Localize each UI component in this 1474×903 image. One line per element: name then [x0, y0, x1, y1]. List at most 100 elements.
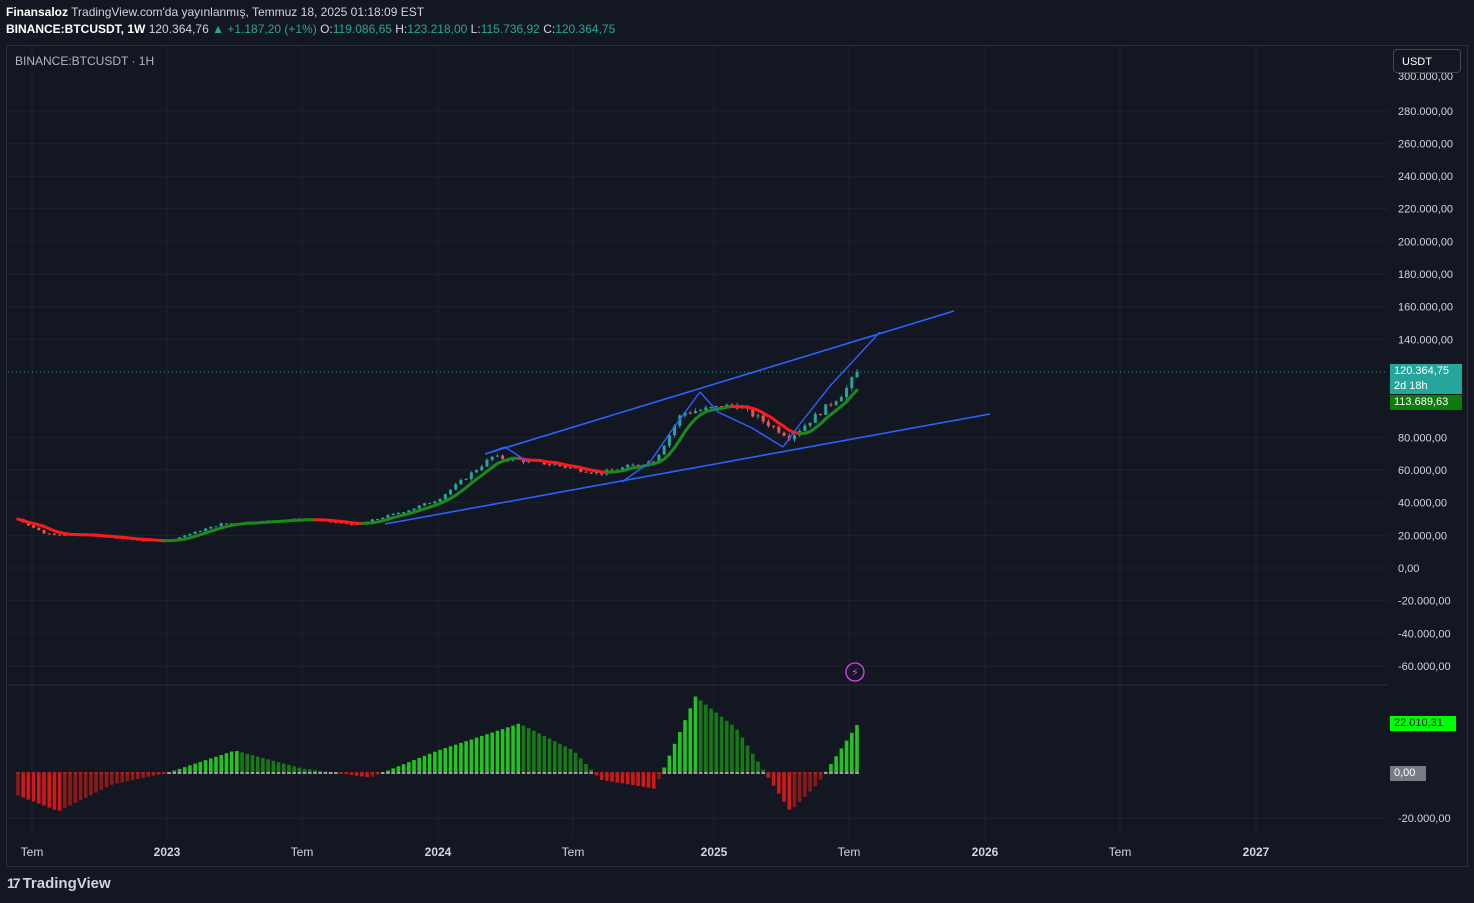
- zero-marker: [443, 772, 448, 774]
- zero-marker: [552, 772, 557, 774]
- candle-body: [417, 505, 421, 509]
- zero-marker: [761, 772, 765, 774]
- zero-marker: [485, 772, 489, 774]
- zero-marker: [104, 772, 109, 774]
- histogram-bar: [448, 746, 453, 773]
- histogram-bar: [730, 724, 734, 773]
- zero-marker: [745, 772, 750, 774]
- zero-marker: [245, 772, 250, 774]
- zero-marker: [678, 772, 682, 774]
- zero-marker: [792, 772, 797, 774]
- zero-marker: [453, 772, 458, 774]
- histogram-bar: [94, 773, 98, 793]
- candle-body: [209, 526, 213, 529]
- zero-marker: [641, 772, 646, 774]
- zero-marker: [558, 772, 562, 774]
- chart-symbol-label[interactable]: BINANCE:BTCUSDT · 1H: [15, 54, 154, 68]
- histogram-bar: [276, 762, 281, 773]
- histogram-bar: [678, 731, 682, 773]
- zero-marker: [433, 772, 437, 774]
- histogram-bar: [443, 748, 448, 773]
- zero-marker: [52, 772, 57, 774]
- zero-marker: [730, 772, 734, 774]
- zero-marker: [526, 772, 531, 774]
- zero-marker: [266, 772, 270, 774]
- histogram-bar: [224, 753, 229, 773]
- candle-body: [766, 421, 770, 427]
- tradingview-logo[interactable]: 17 TradingView: [7, 875, 111, 892]
- time-tick: Tem: [562, 845, 585, 859]
- zero-marker: [235, 772, 239, 774]
- histogram-bar: [271, 760, 276, 773]
- histogram-bar: [724, 720, 729, 773]
- chart-canvas[interactable]: 300.000,00 280.000,00260.000,00240.000,0…: [0, 0, 1474, 903]
- zero-marker: [855, 772, 859, 774]
- time-axis[interactable]: Tem 2023 Tem 2024 Tem 2025 Tem 2026 Tem 2027: [21, 845, 1270, 859]
- histogram-bar: [526, 728, 531, 773]
- histogram-bar: [99, 773, 104, 790]
- candle-body: [47, 533, 51, 535]
- zero-marker: [365, 772, 369, 774]
- zero-marker: [422, 772, 427, 774]
- zero-marker: [407, 772, 411, 774]
- zero-marker: [813, 772, 818, 774]
- histogram-bar: [469, 739, 474, 773]
- histogram-bar: [104, 773, 109, 788]
- zero-marker: [797, 772, 802, 774]
- zero-marker: [360, 772, 364, 774]
- zero-marker: [281, 772, 286, 774]
- candle-body: [480, 466, 484, 471]
- pattern-line-3[interactable]: [699, 391, 784, 448]
- histogram-bar: [625, 773, 630, 785]
- zero-marker: [89, 772, 93, 774]
- candle-body: [761, 415, 765, 422]
- candle-body: [824, 404, 828, 415]
- candle-body: [782, 432, 786, 436]
- candle-body: [845, 388, 849, 398]
- zero-marker: [724, 772, 729, 774]
- currency-selector[interactable]: USDT: [1393, 49, 1461, 73]
- zero-marker: [391, 772, 395, 774]
- histogram-bar: [651, 773, 656, 789]
- histogram-bar: [646, 773, 651, 788]
- histogram-bar: [855, 725, 859, 773]
- pattern-line-4[interactable]: [782, 331, 881, 448]
- histogram-bar: [245, 753, 250, 773]
- price-scale[interactable]: 300.000,00 280.000,00260.000,00240.000,0…: [1398, 71, 1453, 825]
- zero-marker: [47, 772, 52, 774]
- histogram-bar: [750, 753, 755, 773]
- zero-marker: [354, 772, 359, 774]
- candle-body: [376, 518, 380, 520]
- zero-marker: [646, 772, 651, 774]
- histogram-bar: [844, 740, 849, 773]
- last-price-badge: 120.364,75: [1390, 364, 1462, 379]
- histogram-bar: [115, 773, 119, 784]
- candle-body: [58, 534, 62, 536]
- zero-marker: [782, 772, 786, 774]
- candle-body: [688, 412, 692, 414]
- zero-marker: [229, 772, 234, 774]
- histogram-bar: [516, 723, 521, 773]
- price-tick: -20.000,00: [1398, 596, 1451, 608]
- zero-marker: [750, 772, 755, 774]
- candle-body: [193, 531, 197, 534]
- zero-marker: [787, 772, 792, 774]
- histogram-bar: [610, 773, 614, 782]
- zero-marker: [167, 772, 171, 774]
- ma-segment: [850, 388, 859, 397]
- histogram-bar: [693, 696, 698, 773]
- histogram-bar: [89, 773, 93, 796]
- histogram-bar: [464, 741, 468, 773]
- trendlines[interactable]: [384, 310, 991, 525]
- histogram-bar: [839, 748, 844, 773]
- zero-marker: [818, 772, 823, 774]
- histogram-bar: [532, 730, 536, 773]
- candle-body: [667, 435, 671, 446]
- zero-marker: [120, 772, 124, 774]
- zero-marker: [427, 772, 432, 774]
- zero-marker: [511, 772, 515, 774]
- candle-body: [214, 526, 218, 528]
- zero-marker: [615, 772, 620, 774]
- histogram-bar: [459, 742, 463, 773]
- candle-body: [568, 467, 572, 469]
